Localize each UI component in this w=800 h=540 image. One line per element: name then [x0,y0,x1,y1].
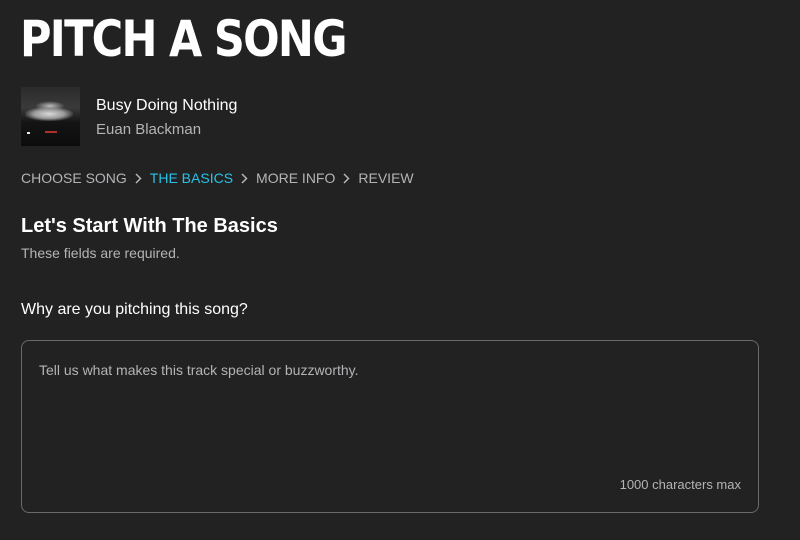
album-cover [21,87,80,146]
chevron-right-icon [241,172,248,184]
breadcrumb-step-the-basics[interactable]: THE BASICS [150,169,233,187]
pitch-reason-field: 1000 characters max [21,340,759,513]
chevron-right-icon [343,172,350,184]
breadcrumb-step-more-info[interactable]: MORE INFO [256,169,335,187]
song-artist: Euan Blackman [96,121,202,138]
pitch-song-page: PITCH A SONG Busy Doing Nothing Euan Bla… [0,0,800,540]
breadcrumb: CHOOSE SONG THE BASICS MORE INFO REVIEW [21,169,414,187]
breadcrumb-step-choose-song[interactable]: CHOOSE SONG [21,169,127,187]
selected-song-card: Busy Doing Nothing Euan Blackman [21,87,237,146]
page-title: PITCH A SONG [20,10,347,68]
song-meta: Busy Doing Nothing Euan Blackman [96,87,237,140]
song-title: Busy Doing Nothing [96,97,238,114]
character-limit: 1000 characters max [619,477,741,492]
section-title: Let's Start With The Basics [21,215,278,237]
chevron-right-icon [135,172,142,184]
required-note: These fields are required. [21,245,180,261]
pitch-reason-label: Why are you pitching this song? [21,301,248,318]
breadcrumb-step-review[interactable]: REVIEW [358,169,413,187]
